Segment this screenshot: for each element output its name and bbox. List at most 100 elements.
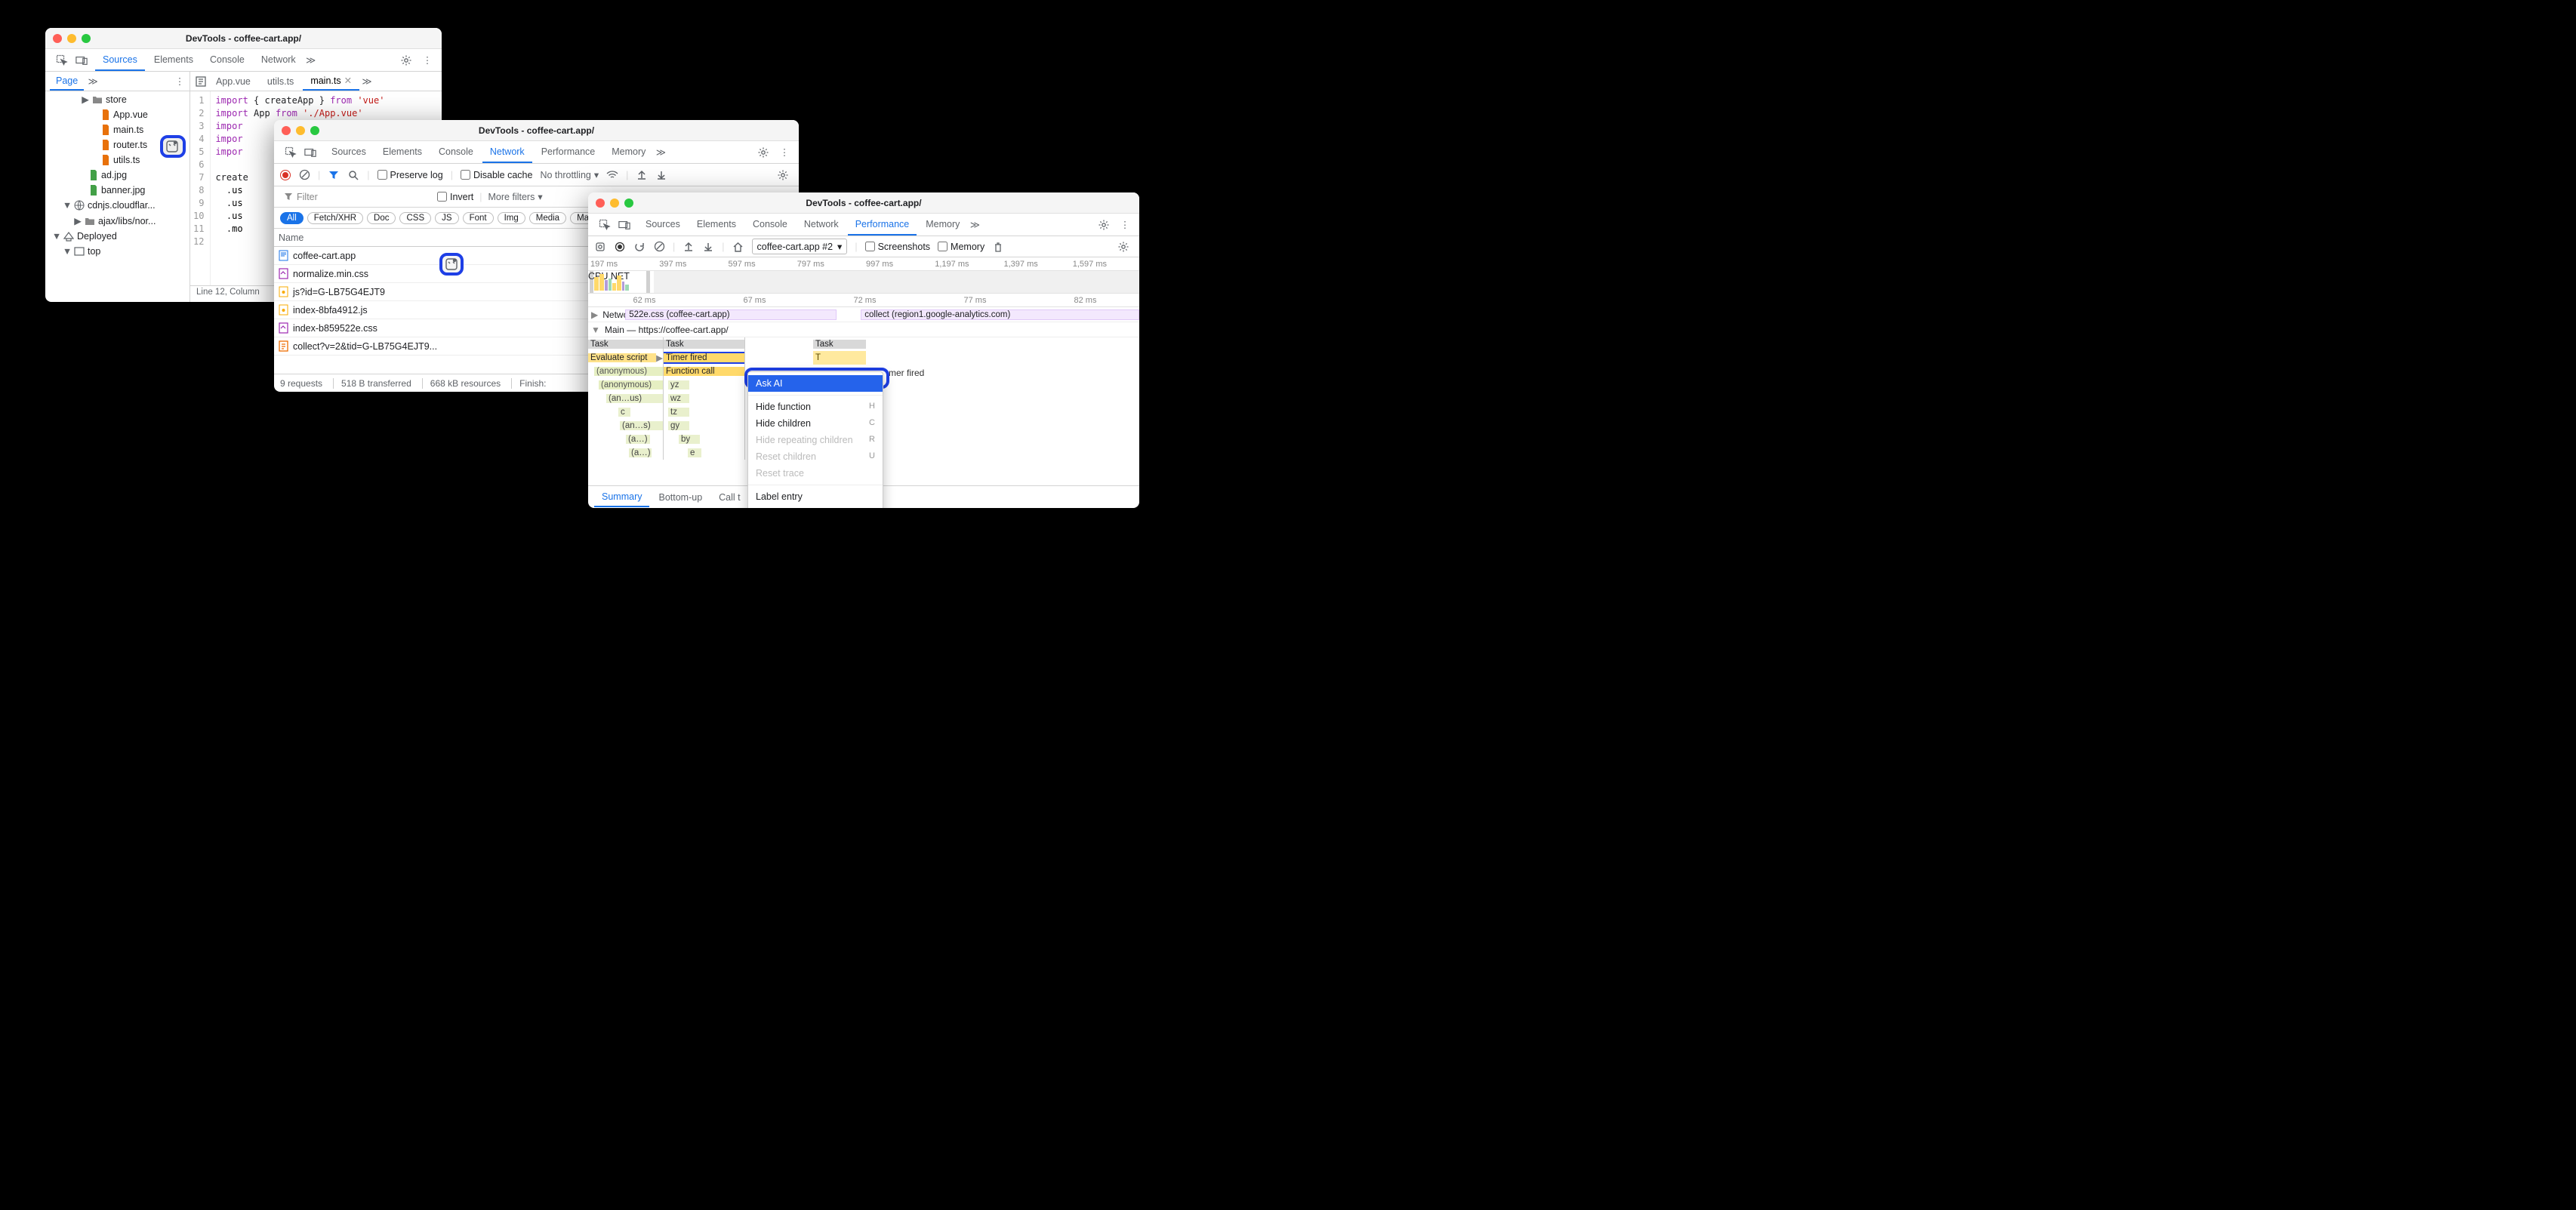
tree-file[interactable]: App.vue bbox=[45, 107, 190, 122]
tab-console[interactable]: Console bbox=[431, 142, 481, 163]
flame-timer-fired[interactable]: Timer fired bbox=[664, 353, 744, 362]
flame-event[interactable]: T bbox=[813, 353, 823, 362]
ai-icon[interactable] bbox=[445, 257, 458, 271]
menu-hide-children[interactable]: Hide childrenC bbox=[748, 415, 883, 432]
tree-file[interactable]: main.ts bbox=[45, 122, 190, 137]
minimize-window-icon[interactable] bbox=[610, 199, 619, 208]
more-tabs-icon[interactable]: ≫ bbox=[87, 75, 99, 88]
more-menu-icon[interactable]: ⋮ bbox=[418, 51, 437, 70]
flame-frame[interactable]: by bbox=[679, 435, 700, 444]
chip-media[interactable]: Media bbox=[529, 212, 566, 224]
tree-file[interactable]: ad.jpg bbox=[45, 168, 190, 183]
device-toggle-icon[interactable] bbox=[304, 146, 316, 159]
chip-font[interactable]: Font bbox=[463, 212, 494, 224]
network-span[interactable]: collect (region1.google-analytics.com) bbox=[861, 309, 1139, 320]
filter-input[interactable]: Filter bbox=[280, 189, 431, 205]
more-menu-icon[interactable]: ⋮ bbox=[775, 143, 794, 162]
invert-checkbox[interactable]: Invert bbox=[437, 192, 473, 202]
tab-call-tree[interactable]: Call t bbox=[711, 488, 747, 506]
tree-group-deployed[interactable]: ▼Deployed bbox=[45, 229, 190, 244]
more-filters-select[interactable]: More filters▾ bbox=[488, 191, 543, 202]
tab-performance[interactable]: Performance bbox=[534, 142, 603, 163]
tab-network[interactable]: Network bbox=[797, 214, 846, 236]
settings-icon[interactable] bbox=[1114, 237, 1133, 257]
throttling-select[interactable]: No throttling▾ bbox=[540, 169, 599, 180]
tab-memory[interactable]: Memory bbox=[918, 214, 967, 236]
close-window-icon[interactable] bbox=[282, 126, 291, 135]
watch-icon[interactable] bbox=[195, 75, 207, 88]
file-tab[interactable]: App.vue bbox=[208, 73, 258, 90]
minimize-window-icon[interactable] bbox=[296, 126, 305, 135]
flame-frame[interactable]: gy bbox=[668, 421, 689, 430]
clear-icon[interactable] bbox=[298, 169, 310, 181]
more-menu-icon[interactable]: ⋮ bbox=[170, 72, 190, 91]
chip-js[interactable]: JS bbox=[435, 212, 458, 224]
network-conditions-icon[interactable] bbox=[606, 169, 618, 181]
flame-frame[interactable]: c bbox=[618, 408, 630, 417]
reload-icon[interactable] bbox=[633, 241, 646, 253]
menu-label-entry[interactable]: Label entry bbox=[748, 488, 883, 505]
more-tabs-icon[interactable]: ≫ bbox=[305, 54, 317, 66]
settings-icon[interactable] bbox=[753, 143, 773, 162]
record-toggle-icon[interactable] bbox=[594, 241, 606, 253]
menu-ask-ai[interactable]: Ask AI bbox=[748, 375, 883, 392]
sidebar-tab-page[interactable]: Page bbox=[50, 72, 84, 91]
chip-img[interactable]: Img bbox=[498, 212, 525, 224]
tab-console[interactable]: Console bbox=[202, 50, 252, 71]
minimize-window-icon[interactable] bbox=[67, 34, 76, 43]
upload-icon[interactable] bbox=[683, 241, 695, 253]
tab-memory[interactable]: Memory bbox=[604, 142, 653, 163]
settings-icon[interactable] bbox=[396, 51, 416, 70]
gc-icon[interactable] bbox=[992, 241, 1004, 253]
flame-frame[interactable]: e bbox=[688, 448, 701, 457]
disable-cache-checkbox[interactable]: Disable cache bbox=[461, 170, 533, 180]
home-icon[interactable] bbox=[732, 241, 744, 253]
tree-folder[interactable]: ▶ajax/libs/nor... bbox=[45, 213, 190, 229]
flame-frame[interactable]: tz bbox=[668, 408, 689, 417]
zoom-window-icon[interactable] bbox=[82, 34, 91, 43]
preserve-log-checkbox[interactable]: Preserve log bbox=[377, 170, 443, 180]
file-tab-active[interactable]: main.ts✕ bbox=[303, 72, 359, 91]
tab-bottom-up[interactable]: Bottom-up bbox=[651, 488, 710, 506]
record-button[interactable] bbox=[280, 170, 291, 180]
inspect-element-icon[interactable] bbox=[599, 219, 611, 231]
flame-frame[interactable]: wz bbox=[668, 394, 689, 403]
flame-task[interactable]: Task bbox=[813, 340, 866, 349]
flame-evaluate[interactable]: Evaluate script bbox=[588, 353, 656, 362]
settings-icon[interactable] bbox=[1094, 215, 1114, 235]
menu-link-entries[interactable]: Link entries bbox=[748, 505, 883, 508]
close-window-icon[interactable] bbox=[596, 199, 605, 208]
flame-frame[interactable]: (an…s) bbox=[620, 421, 663, 430]
upload-icon[interactable] bbox=[636, 169, 648, 181]
close-window-icon[interactable] bbox=[53, 34, 62, 43]
flame-task[interactable]: Task bbox=[664, 340, 744, 349]
inspect-element-icon[interactable] bbox=[285, 146, 297, 159]
tab-elements[interactable]: Elements bbox=[689, 214, 744, 236]
zoom-window-icon[interactable] bbox=[624, 199, 633, 208]
tab-summary[interactable]: Summary bbox=[594, 488, 649, 507]
flame-frame[interactable]: yz bbox=[668, 380, 689, 389]
chip-css[interactable]: CSS bbox=[399, 212, 431, 224]
device-toggle-icon[interactable] bbox=[618, 219, 630, 231]
main-track-header[interactable]: ▼Main — https://coffee-cart.app/ bbox=[588, 322, 1139, 337]
network-track[interactable]: ▶Network 522e.css (coffee-cart.app) coll… bbox=[588, 307, 1139, 322]
more-tabs-icon[interactable]: ≫ bbox=[969, 219, 981, 231]
flame-frame[interactable]: (a…) bbox=[626, 435, 650, 444]
filter-icon[interactable] bbox=[328, 169, 340, 181]
record-button[interactable] bbox=[614, 241, 626, 253]
device-toggle-icon[interactable] bbox=[75, 54, 88, 66]
tree-file[interactable]: banner.jpg bbox=[45, 183, 190, 198]
tab-network[interactable]: Network bbox=[482, 142, 532, 163]
tab-sources[interactable]: Sources bbox=[638, 214, 688, 236]
download-icon[interactable] bbox=[655, 169, 667, 181]
inspect-element-icon[interactable] bbox=[56, 54, 68, 66]
flame-task[interactable]: Task bbox=[588, 340, 663, 349]
more-tabs-icon[interactable]: ≫ bbox=[361, 75, 373, 88]
flame-anonymous[interactable]: (anonymous) bbox=[594, 367, 663, 376]
tab-sources[interactable]: Sources bbox=[95, 50, 145, 71]
zoom-window-icon[interactable] bbox=[310, 126, 319, 135]
more-tabs-icon[interactable]: ≫ bbox=[655, 146, 667, 159]
memory-checkbox[interactable]: Memory bbox=[938, 242, 984, 252]
overview-ruler[interactable]: 197 ms397 ms597 ms797 ms997 ms1,197 ms1,… bbox=[588, 257, 1139, 271]
close-icon[interactable]: ✕ bbox=[344, 75, 352, 86]
